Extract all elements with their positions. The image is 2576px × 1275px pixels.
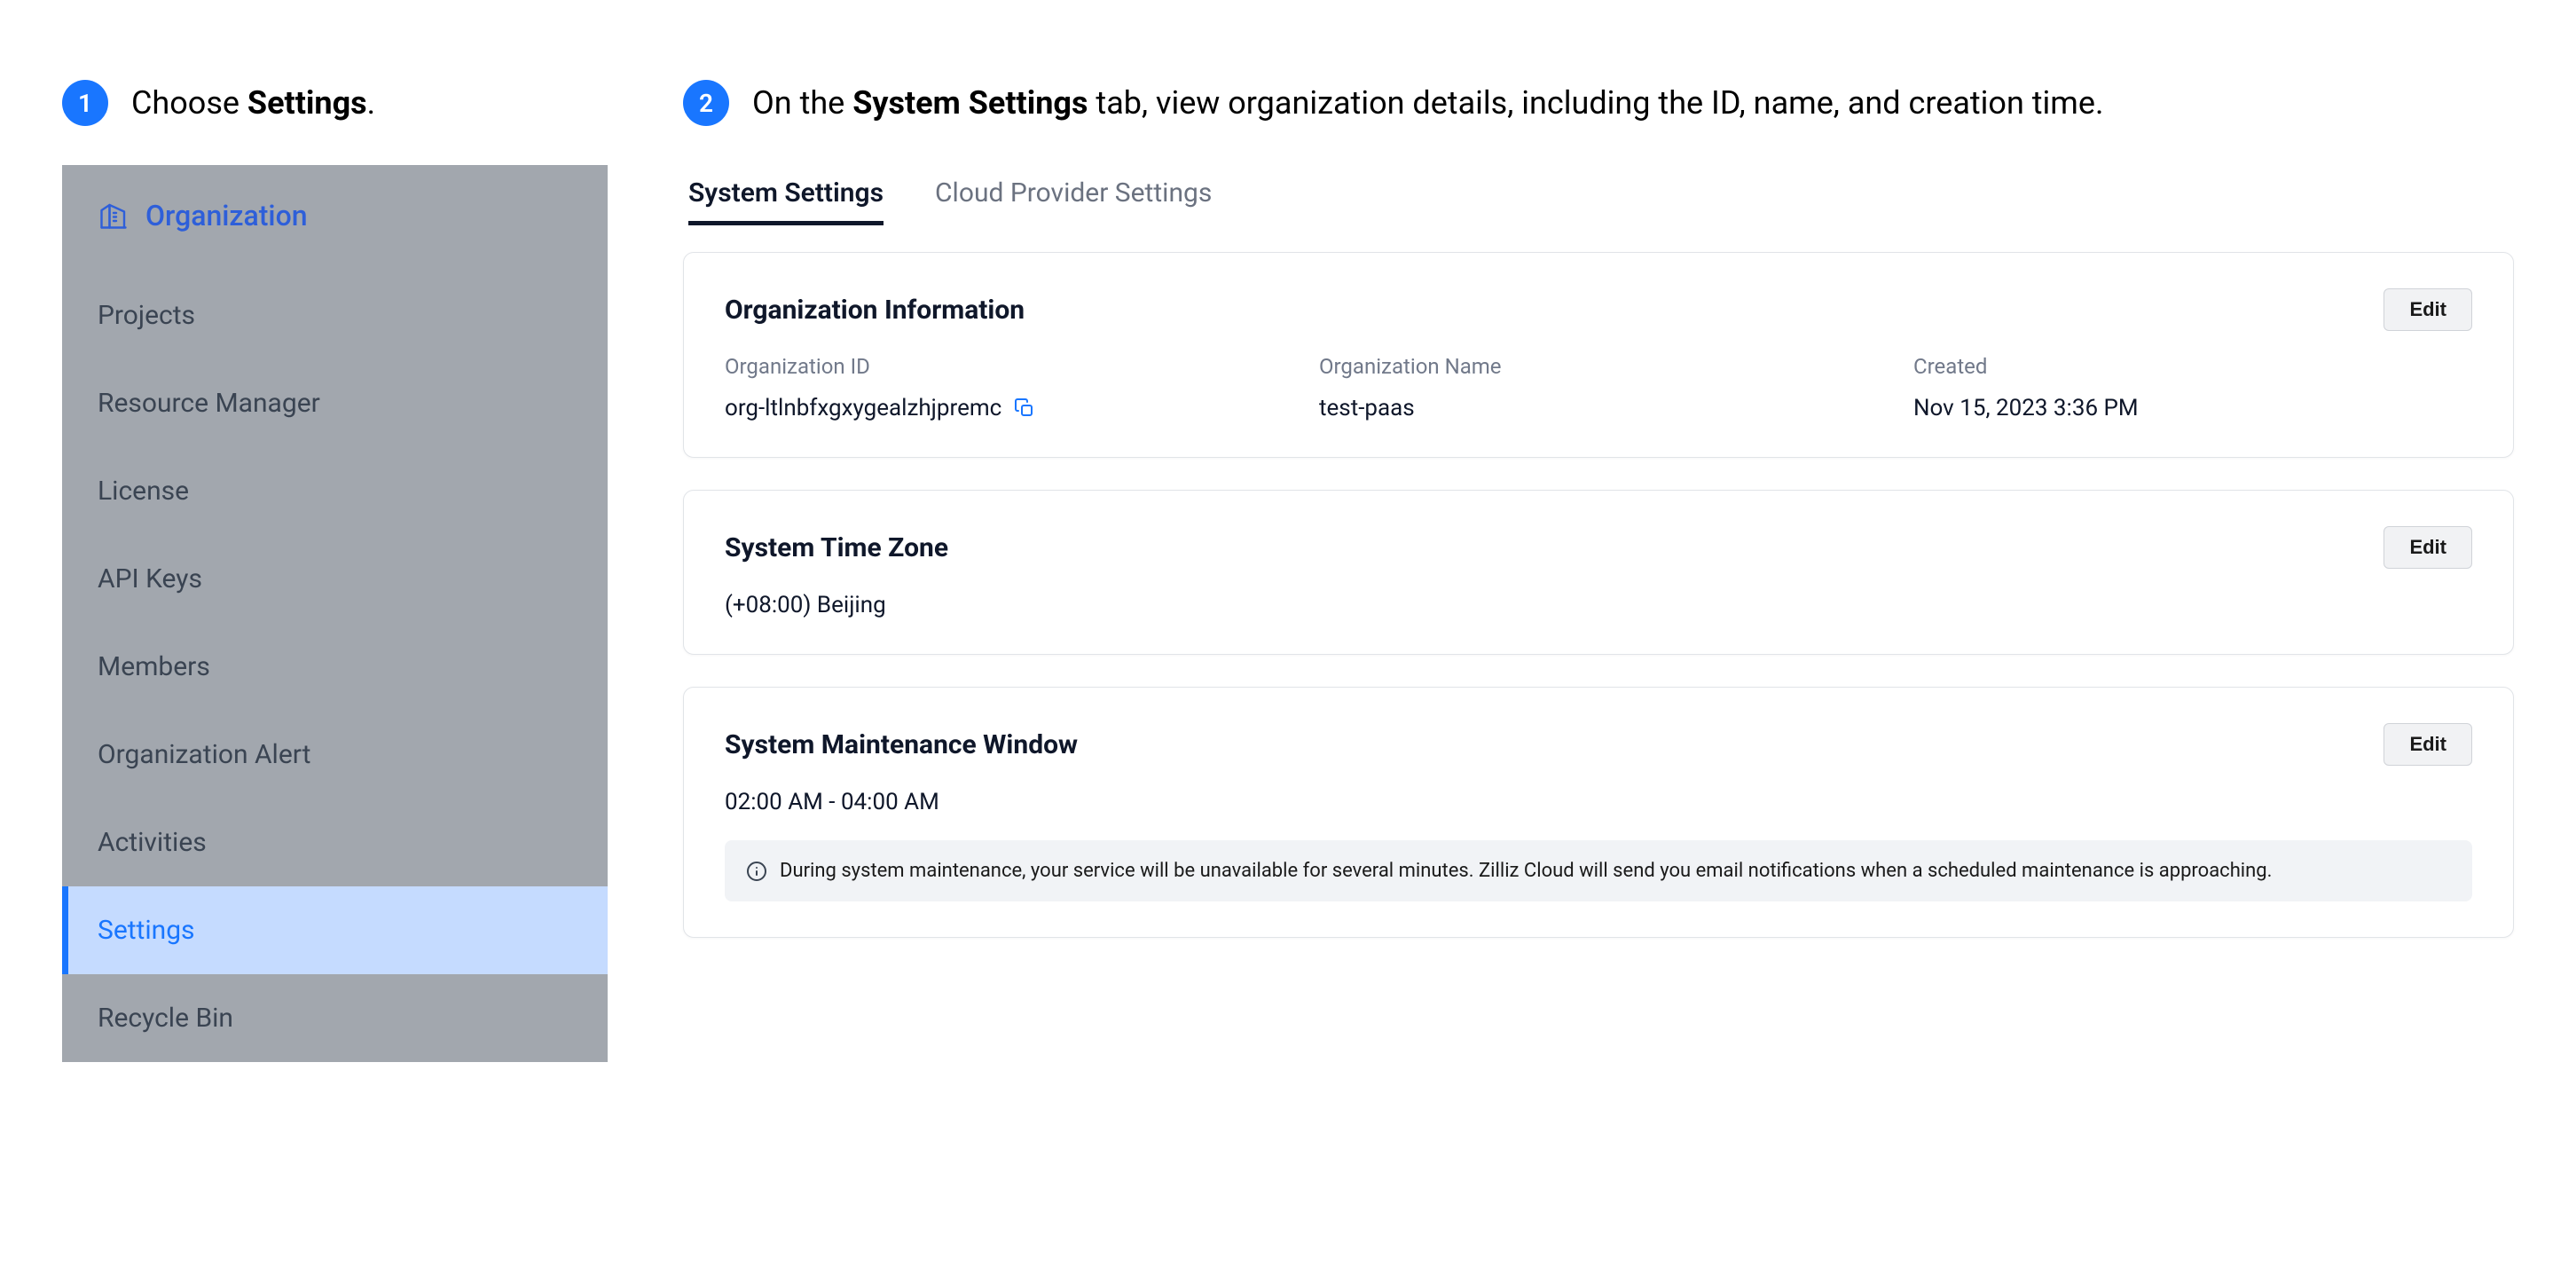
- step-1-bold: Settings: [247, 84, 367, 122]
- timezone-value: (+08:00) Beijing: [725, 592, 2472, 618]
- card-system-time-zone: System Time Zone Edit (+08:00) Beijing: [683, 490, 2514, 655]
- building-icon: [98, 200, 130, 232]
- sidebar-item-resource-manager[interactable]: Resource Manager: [62, 359, 608, 447]
- step-2-prefix: On the: [752, 84, 852, 122]
- step-2-suffix: tab, view organization details, includin…: [1088, 84, 2103, 122]
- sidebar-item-api-keys[interactable]: API Keys: [62, 535, 608, 623]
- maintenance-title: System Maintenance Window: [725, 729, 1078, 760]
- sidebar-header[interactable]: Organization: [62, 165, 608, 272]
- edit-org-info-button[interactable]: Edit: [2384, 288, 2472, 331]
- edit-maintenance-button[interactable]: Edit: [2384, 723, 2472, 766]
- sidebar-item-recycle-bin[interactable]: Recycle Bin: [62, 974, 608, 1062]
- sidebar-items: Projects Resource Manager License API Ke…: [62, 272, 608, 1062]
- sidebar-item-members[interactable]: Members: [62, 623, 608, 711]
- copy-icon[interactable]: [1014, 397, 1035, 419]
- org-id-label: Organization ID: [725, 354, 1284, 379]
- sidebar-item-activities[interactable]: Activities: [62, 799, 608, 886]
- step-1-suffix: .: [367, 84, 376, 122]
- step-2-badge: 2: [683, 80, 729, 126]
- tab-system-settings[interactable]: System Settings: [688, 177, 884, 225]
- card-organization-information: Organization Information Edit Organizati…: [683, 252, 2514, 458]
- maintenance-notice-text: During system maintenance, your service …: [780, 856, 2272, 885]
- org-name-value: test-paas: [1319, 395, 1878, 421]
- sidebar: Organization Projects Resource Manager L…: [62, 165, 608, 1062]
- step-1-header: 1 Choose Settings.: [62, 80, 612, 126]
- sidebar-item-license[interactable]: License: [62, 447, 608, 535]
- tabs: System Settings Cloud Provider Settings: [683, 177, 2514, 225]
- step-1-text: Choose Settings.: [131, 81, 375, 125]
- edit-timezone-button[interactable]: Edit: [2384, 526, 2472, 569]
- org-info-title: Organization Information: [725, 295, 1025, 326]
- step-2-bold: System Settings: [852, 84, 1088, 122]
- org-created-value: Nov 15, 2023 3:36 PM: [1913, 395, 2472, 421]
- org-id-value: org-ltlnbfxgxygealzhjpremc: [725, 395, 1001, 421]
- tab-cloud-provider-settings[interactable]: Cloud Provider Settings: [935, 177, 1212, 225]
- step-1-badge: 1: [62, 80, 108, 126]
- org-created-label: Created: [1913, 354, 2472, 379]
- timezone-title: System Time Zone: [725, 532, 948, 563]
- step-1-prefix: Choose: [131, 84, 247, 122]
- card-maintenance-window: System Maintenance Window Edit 02:00 AM …: [683, 687, 2514, 938]
- sidebar-item-organization-alert[interactable]: Organization Alert: [62, 711, 608, 799]
- org-name-label: Organization Name: [1319, 354, 1878, 379]
- sidebar-item-projects[interactable]: Projects: [62, 272, 608, 359]
- step-2-text: On the System Settings tab, view organiz…: [752, 81, 2103, 125]
- step-2-header: 2 On the System Settings tab, view organ…: [683, 80, 2514, 126]
- maintenance-value: 02:00 AM - 04:00 AM: [725, 789, 2472, 815]
- info-icon: [746, 861, 767, 882]
- maintenance-notice: During system maintenance, your service …: [725, 840, 2472, 901]
- sidebar-title: Organization: [145, 199, 308, 232]
- sidebar-item-settings[interactable]: Settings: [62, 886, 608, 974]
